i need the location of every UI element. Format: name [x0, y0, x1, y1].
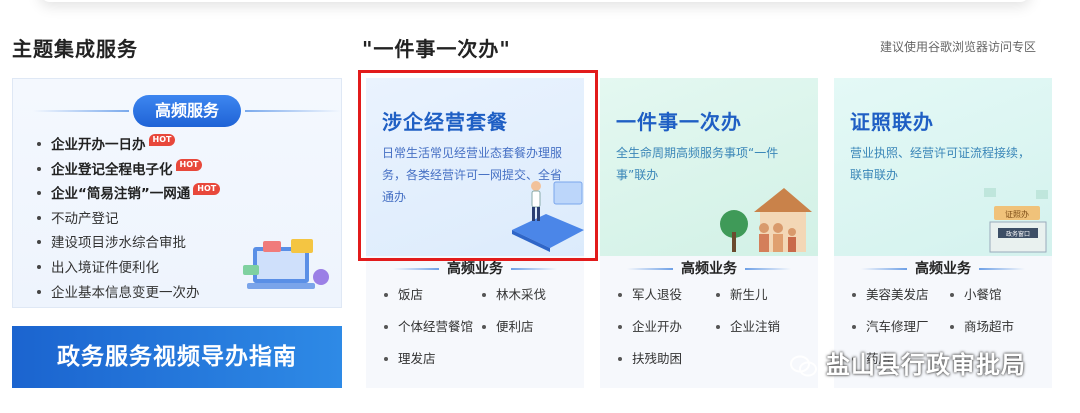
freq-item[interactable]: 企业“简易注销”一网通 HOT [37, 182, 221, 207]
card-one-thing-once[interactable]: 一件事一次办 全生命周期高频服务事项“一件事”联办 高频业务 军人退役 新生儿 … [600, 78, 818, 388]
card-title: 证照联办 [850, 110, 934, 134]
service-grid: 军人退役 新生儿 企业开办 企业注销 扶残助困 [618, 286, 808, 368]
sub-head-high-frequency: 高频业务 [834, 258, 1052, 278]
freq-item[interactable]: 企业开办一日办 HOT [37, 133, 220, 158]
section-title-one-thing: "一件事一次办" [362, 37, 511, 61]
wechat-icon [790, 355, 817, 377]
high-frequency-list: 企业开办一日办 HOT 企业登记全程电子化 HOT 企业“简易注销”一网通 HOT 不… [37, 133, 221, 306]
service-link[interactable]: 个体经营餐馆 [384, 318, 482, 336]
service-link[interactable]: 新生儿 [716, 286, 808, 304]
service-link[interactable]: 便利店 [482, 318, 574, 336]
family-house-illustration-icon [720, 188, 812, 252]
service-link[interactable]: 扶残助困 [618, 350, 716, 368]
sub-head-high-frequency: 高频业务 [366, 258, 584, 278]
high-frequency-panel: 高频服务 企业开办一日办 HOT 企业登记全程电子化 HOT 企业“简易注销”一网通… [12, 78, 342, 308]
service-link[interactable]: 理发店 [384, 350, 482, 368]
hot-badge-icon: HOT [148, 134, 176, 146]
red-highlight-box [358, 70, 598, 261]
card-license-joint[interactable]: 证照联办 营业执照、经营许可证流程接续，联审联办 证照办 政务窗口 高频业务 美… [834, 78, 1052, 388]
window-sign-text: 证照办 [1005, 209, 1029, 219]
service-grid: 饭店 林木采伐 个体经营餐馆 便利店 理发店 [384, 286, 574, 368]
laptop-illustration-icon [243, 239, 329, 289]
service-link[interactable]: 企业注销 [716, 318, 808, 336]
government-window-illustration-icon: 证照办 政务窗口 [984, 188, 1048, 253]
wechat-watermark: 盐山县行政审批局 [790, 345, 1026, 380]
service-link[interactable]: 商场超市 [950, 318, 1042, 336]
window-label-text: 政务窗口 [1006, 230, 1030, 238]
freq-item[interactable]: 建设项目涉水综合审批 [37, 231, 220, 256]
hot-badge-icon: HOT [175, 158, 203, 171]
service-link[interactable]: 汽车修理厂 [852, 318, 950, 336]
decor-line [245, 110, 341, 112]
section-title-theme-services: 主题集成服务 [12, 37, 138, 61]
decor-line [33, 110, 129, 112]
card-title: 一件事一次办 [616, 110, 742, 134]
sub-head-high-frequency: 高频业务 [600, 258, 818, 278]
browser-hint: 建议使用谷歌浏览器访问专区 [879, 40, 1036, 54]
card-description: 全生命周期高频服务事项“一件事”联办 [616, 146, 779, 182]
service-link[interactable]: 军人退役 [618, 286, 716, 304]
service-link[interactable]: 饭店 [384, 286, 482, 304]
freq-item[interactable]: 企业登记全程电子化 HOT [37, 158, 220, 183]
freq-item[interactable]: 企业基本信息变更一次办 [37, 281, 220, 306]
high-frequency-badge: 高频服务 [133, 95, 241, 127]
hot-badge-icon: HOT [193, 183, 221, 196]
freq-item[interactable]: 出入境证件便利化 [37, 256, 220, 281]
service-link[interactable]: 林木采伐 [482, 286, 574, 304]
service-link[interactable]: 企业开办 [618, 318, 716, 336]
top-search-bar-edge [40, 0, 1030, 2]
service-link[interactable]: 小餐馆 [950, 286, 1042, 304]
service-link[interactable]: 美容美发店 [852, 286, 950, 304]
video-guide-banner[interactable]: 政务服务视频导办指南 [12, 326, 342, 388]
freq-item[interactable]: 不动产登记 [37, 207, 220, 232]
card-description: 营业执照、经营许可证流程接续，联审联办 [850, 146, 1031, 182]
